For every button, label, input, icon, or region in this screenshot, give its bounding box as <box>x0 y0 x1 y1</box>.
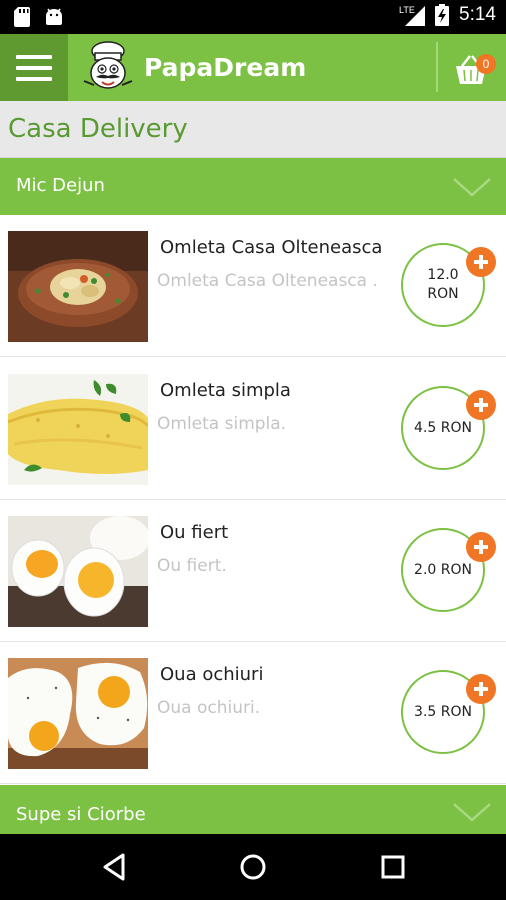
chevron-down-icon <box>453 803 491 822</box>
recents-square-icon[interactable] <box>376 850 410 884</box>
page-title: Casa Delivery <box>8 114 188 144</box>
android-icon <box>46 8 62 25</box>
app-bar: PapaDream 0 <box>0 34 506 101</box>
sd-card-icon <box>14 7 30 27</box>
add-to-cart-button[interactable] <box>466 247 496 277</box>
menu-button[interactable] <box>0 34 68 101</box>
battery-charging-icon <box>435 4 450 26</box>
item-price: 12.0 RON <box>427 267 459 302</box>
add-to-cart-button[interactable] <box>466 390 496 420</box>
item-name: Omleta Casa Olteneasca <box>160 237 383 258</box>
system-nav-bar <box>0 834 506 900</box>
back-triangle-icon[interactable] <box>97 850 131 884</box>
list-item[interactable]: Oua ochiuri Oua ochiuri. 3.5 RON <box>0 642 506 784</box>
category-supe-si-ciorbe[interactable]: Supe si Ciorbe <box>0 785 506 834</box>
list-item[interactable]: Ou fiert Ou fiert. 2.0 RON <box>0 500 506 642</box>
food-image-fried-eggs <box>8 658 148 769</box>
item-description: Ou fiert. <box>157 556 227 576</box>
home-circle-icon[interactable] <box>236 850 270 884</box>
category-label: Supe si Ciorbe <box>16 804 146 825</box>
hamburger-icon <box>16 54 52 59</box>
signal-icon: LTE <box>399 5 426 26</box>
add-to-cart-button[interactable] <box>466 532 496 562</box>
item-price: 3.5 RON <box>414 703 472 720</box>
status-bar: LTE 5:14 <box>0 0 506 34</box>
item-name: Oua ochiuri <box>160 664 264 685</box>
list-item[interactable]: Omleta simpla Omleta simpla. 4.5 RON <box>0 358 506 500</box>
cart-count-badge: 0 <box>476 54 496 74</box>
page-header: Casa Delivery <box>0 101 506 158</box>
item-description: Oua ochiuri. <box>157 698 261 718</box>
category-mic-dejun[interactable]: Mic Dejun <box>0 158 506 215</box>
app-bar-divider <box>436 42 438 92</box>
item-name: Ou fiert <box>160 522 229 543</box>
list-item[interactable]: Omleta Casa Olteneasca Omleta Casa Olten… <box>0 215 506 357</box>
network-label: LTE <box>399 5 415 15</box>
food-image-omelette-bowl <box>8 231 148 342</box>
app-title: PapaDream <box>144 53 307 82</box>
chef-logo-icon <box>83 41 133 89</box>
clock: 5:14 <box>459 4 496 25</box>
item-name: Omleta simpla <box>160 380 291 401</box>
food-image-omelette-plain <box>8 374 148 485</box>
item-price: 2.0 RON <box>414 561 472 578</box>
item-description: Omleta Casa Olteneasca . <box>157 271 378 291</box>
hamburger-line <box>16 76 52 81</box>
food-image-boiled-eggs <box>8 516 148 627</box>
item-description: Omleta simpla. <box>157 414 287 434</box>
chevron-down-icon <box>453 178 491 197</box>
add-to-cart-button[interactable] <box>466 674 496 704</box>
item-price: 4.5 RON <box>414 419 472 436</box>
category-label: Mic Dejun <box>16 175 105 196</box>
hamburger-line <box>16 65 52 70</box>
